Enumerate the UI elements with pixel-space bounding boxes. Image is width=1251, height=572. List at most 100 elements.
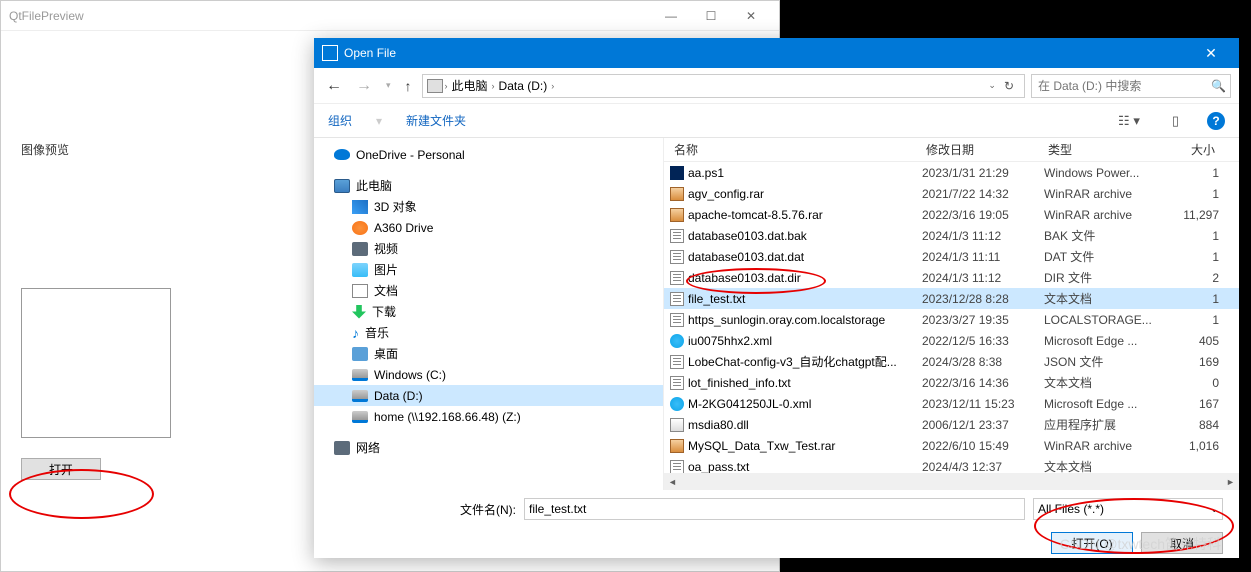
file-icon [670, 418, 688, 432]
file-list[interactable]: aa.ps12023/1/31 21:29Windows Power...1ag… [664, 162, 1239, 473]
tree-3d-objects[interactable]: 3D 对象 [314, 196, 663, 217]
tree-onedrive[interactable]: OneDrive - Personal [314, 144, 663, 165]
open-file-dialog: Open File ✕ ← → ▾ ↑ › 此电脑 › Data (D:) › … [314, 38, 1239, 558]
tree-data-d[interactable]: Data (D:) [314, 385, 663, 406]
file-icon [670, 166, 688, 180]
chevron-down-icon: ⌄ [1210, 504, 1218, 515]
tree-home-z[interactable]: home (\\192.168.66.48) (Z:) [314, 406, 663, 427]
file-date: 2023/1/31 21:29 [922, 166, 1044, 180]
column-date[interactable]: 修改日期 [922, 141, 1044, 158]
nav-back-button[interactable]: ← [322, 75, 346, 97]
dialog-close-button[interactable]: ✕ [1191, 38, 1231, 68]
preview-pane-button[interactable]: ▯ [1168, 111, 1183, 131]
column-size[interactable]: 大小 [1164, 141, 1219, 158]
scroll-right-icon[interactable]: ► [1222, 477, 1239, 487]
file-row[interactable]: msdia80.dll2006/12/1 23:37应用程序扩展884 [664, 414, 1239, 435]
refresh-button[interactable]: ↻ [998, 79, 1020, 93]
dialog-open-button[interactable]: 打开(O) [1051, 532, 1133, 554]
file-row[interactable]: LobeChat-config-v3_自动化chatgpt配...2024/3/… [664, 351, 1239, 372]
file-name: oa_pass.txt [688, 460, 922, 474]
file-row[interactable]: M-2KG041250JL-0.xml2023/12/11 15:23Micro… [664, 393, 1239, 414]
tree-pictures[interactable]: 图片 [314, 259, 663, 280]
maximize-button[interactable]: ☐ [691, 1, 731, 31]
file-type: JSON 文件 [1044, 353, 1164, 370]
organize-menu[interactable]: 组织 [328, 112, 352, 129]
search-icon: 🔍 [1211, 79, 1226, 93]
filename-input[interactable] [524, 498, 1025, 520]
new-folder-button[interactable]: 新建文件夹 [406, 112, 466, 129]
breadcrumb-pc[interactable]: 此电脑 [450, 77, 490, 94]
column-type[interactable]: 类型 [1044, 141, 1164, 158]
file-icon [670, 355, 688, 369]
file-icon [670, 229, 688, 243]
file-type: LOCALSTORAGE... [1044, 313, 1164, 327]
filter-select[interactable]: All Files (*.*) ⌄ [1033, 498, 1223, 520]
file-row[interactable]: file_test.txt2023/12/28 8:28文本文档1 [664, 288, 1239, 309]
chevron-icon[interactable]: › [492, 81, 495, 91]
tree-windows-c[interactable]: Windows (C:) [314, 364, 663, 385]
file-date: 2023/3/27 19:35 [922, 313, 1044, 327]
nav-up-button[interactable]: ↑ [401, 76, 416, 96]
file-size: 1 [1164, 229, 1219, 243]
folder-tree[interactable]: OneDrive - Personal 此电脑 3D 对象 A360 Drive… [314, 138, 664, 490]
scroll-left-icon[interactable]: ◄ [664, 477, 681, 487]
video-icon [352, 242, 368, 256]
horizontal-scrollbar[interactable]: ◄ ► [664, 473, 1239, 490]
file-date: 2022/6/10 15:49 [922, 439, 1044, 453]
file-row[interactable]: lot_finished_info.txt2022/3/16 14:36文本文档… [664, 372, 1239, 393]
view-options-button[interactable]: ☷ ▾ [1114, 111, 1144, 131]
file-size: 1 [1164, 250, 1219, 264]
file-name: MySQL_Data_Txw_Test.rar [688, 439, 922, 453]
file-icon [670, 187, 688, 201]
file-row[interactable]: apache-tomcat-8.5.76.rar2022/3/16 19:05W… [664, 204, 1239, 225]
file-type: 应用程序扩展 [1044, 416, 1164, 433]
file-row[interactable]: iu0075hhx2.xml2022/12/5 16:33Microsoft E… [664, 330, 1239, 351]
path-dropdown-icon[interactable]: ⌄ [988, 80, 996, 91]
file-row[interactable]: database0103.dat.dir2024/1/3 11:12DIR 文件… [664, 267, 1239, 288]
file-row[interactable]: database0103.dat.dat2024/1/3 11:11DAT 文件… [664, 246, 1239, 267]
column-name[interactable]: 名称 [670, 141, 922, 158]
help-icon[interactable]: ? [1207, 112, 1225, 130]
file-date: 2022/3/16 19:05 [922, 208, 1044, 222]
chevron-icon[interactable]: › [445, 81, 448, 91]
search-input[interactable] [1036, 78, 1211, 94]
nav-forward-button[interactable]: → [352, 75, 376, 97]
file-size: 405 [1164, 334, 1219, 348]
filter-value: All Files (*.*) [1038, 502, 1104, 516]
network-icon [334, 441, 350, 455]
path-bar[interactable]: › 此电脑 › Data (D:) › ⌄ ↻ [422, 74, 1025, 98]
disk-icon [352, 221, 368, 235]
tree-downloads[interactable]: 下载 [314, 301, 663, 322]
nav-recent-button[interactable]: ▾ [382, 78, 395, 93]
file-list-pane: 名称 修改日期 类型 大小 aa.ps12023/1/31 21:29Windo… [664, 138, 1239, 490]
close-button[interactable]: ✕ [731, 1, 771, 31]
file-row[interactable]: database0103.dat.bak2024/1/3 11:12BAK 文件… [664, 225, 1239, 246]
tree-this-pc[interactable]: 此电脑 [314, 175, 663, 196]
file-type: Microsoft Edge ... [1044, 334, 1164, 348]
file-row[interactable]: aa.ps12023/1/31 21:29Windows Power...1 [664, 162, 1239, 183]
tree-desktop[interactable]: 桌面 [314, 343, 663, 364]
document-icon [352, 284, 368, 298]
tree-a360[interactable]: A360 Drive [314, 217, 663, 238]
tree-music[interactable]: ♪音乐 [314, 322, 663, 343]
search-box[interactable]: 🔍 [1031, 74, 1231, 98]
file-row[interactable]: oa_pass.txt2024/4/3 12:37文本文档 [664, 456, 1239, 473]
file-row[interactable]: MySQL_Data_Txw_Test.rar2022/6/10 15:49Wi… [664, 435, 1239, 456]
tree-network[interactable]: 网络 [314, 437, 663, 458]
file-size: 1,016 [1164, 439, 1219, 453]
file-type: WinRAR archive [1044, 439, 1164, 453]
file-name: apache-tomcat-8.5.76.rar [688, 208, 922, 222]
tree-videos[interactable]: 视频 [314, 238, 663, 259]
dialog-cancel-button[interactable]: 取消 [1141, 532, 1223, 554]
file-date: 2022/12/5 16:33 [922, 334, 1044, 348]
file-row[interactable]: https_sunlogin.oray.com.localstorage2023… [664, 309, 1239, 330]
dialog-buttons: 打开(O) 取消 [314, 528, 1239, 564]
chevron-icon[interactable]: › [551, 81, 554, 91]
file-row[interactable]: agv_config.rar2021/7/22 14:32WinRAR arch… [664, 183, 1239, 204]
breadcrumb-drive[interactable]: Data (D:) [497, 79, 550, 93]
file-date: 2006/12/1 23:37 [922, 418, 1044, 432]
file-date: 2024/1/3 11:12 [922, 271, 1044, 285]
open-button[interactable]: 打开 [21, 458, 101, 480]
minimize-button[interactable]: — [651, 1, 691, 31]
tree-documents[interactable]: 文档 [314, 280, 663, 301]
